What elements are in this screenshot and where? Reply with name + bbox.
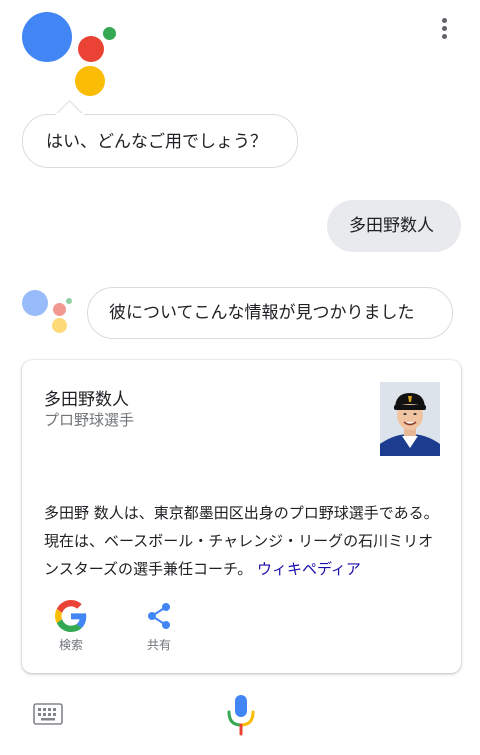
assistant-reply-text: 彼についてこんな情報が見つかりました [109,303,415,323]
knowledge-card[interactable]: 多田野数人 プロ野球選手 多田野 数人は、東京都墨田区出身のプロ野球選手である。… [22,360,461,673]
card-subtitle: プロ野球選手 [44,411,135,429]
keyboard-icon[interactable] [33,703,63,725]
person-photo[interactable] [380,382,440,456]
logo-green-dot [103,27,116,40]
share-icon [143,600,175,632]
assistant-greeting-bubble: はい、どんなご用でしょう？ [22,114,298,168]
logo-red-dot [78,36,104,62]
wikipedia-link[interactable]: ウィキペディア [257,560,361,578]
assistant-greeting-text: はい、どんなご用でしょう？ [46,132,267,152]
assistant-reply-bubble: 彼についてこんな情報が見つかりました [87,287,453,339]
card-description: 多田野 数人は、東京都墨田区出身のプロ野球選手である。現在は、ベースボール・チャ… [44,499,444,583]
description-text: 多田野 数人は、東京都墨田区出身のプロ野球選手である。現在は、ベースボール・チャ… [44,504,439,578]
more-vert-icon[interactable] [438,18,450,44]
share-button[interactable]: 共有 [134,600,184,653]
google-g-icon [55,600,87,632]
search-button[interactable]: 検索 [46,600,96,653]
logo-yellow-dot [75,66,105,96]
user-query-text: 多田野数人 [349,216,434,236]
mic-icon[interactable] [226,694,256,736]
search-label: 検索 [58,638,83,652]
user-query-bubble: 多田野数人 [327,200,461,252]
share-label: 共有 [146,638,171,652]
logo-blue-dot [22,12,72,62]
card-title: 多田野数人 [44,390,129,410]
